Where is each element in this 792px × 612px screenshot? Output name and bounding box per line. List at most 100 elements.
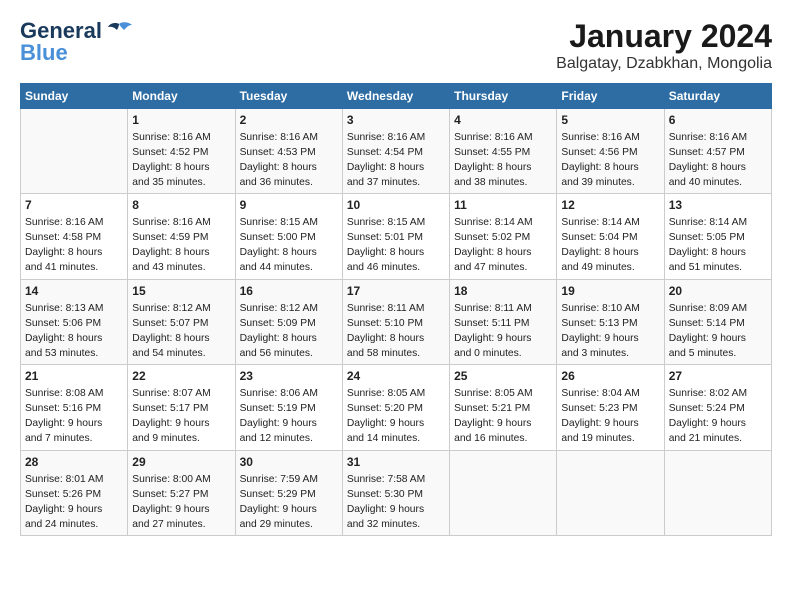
calendar-cell: 22 Sunrise: 8:07 AMSunset: 5:17 PMDayligh… bbox=[128, 365, 235, 450]
calendar-cell: 16 Sunrise: 8:12 AMSunset: 5:09 PMDayligh… bbox=[235, 279, 342, 364]
week-row-3: 14Sunrise: 8:13 AMSunset: 5:06 PMDayligh… bbox=[21, 279, 772, 364]
cell-info: Sunrise: 8:11 AMSunset: 5:11 PMDaylight:… bbox=[454, 302, 552, 362]
day-number: 30 bbox=[240, 454, 338, 471]
col-header-thursday: Thursday bbox=[450, 84, 557, 109]
cell-info: Sunrise: 8:05 AMSunset: 5:21 PMDaylight:… bbox=[454, 387, 552, 447]
calendar-cell: 30 Sunrise: 7:59 AMSunset: 5:29 PMDayligh… bbox=[235, 450, 342, 535]
week-row-1: 1 Sunrise: 8:16 AMSunset: 4:52 PMDaylight… bbox=[21, 109, 772, 194]
cell-info: Sunrise: 7:58 AMSunset: 5:30 PMDaylight:… bbox=[347, 473, 445, 533]
cell-info: Sunrise: 8:09 AMSunset: 5:14 PMDaylight:… bbox=[669, 302, 767, 362]
calendar-cell: 25 Sunrise: 8:05 AMSunset: 5:21 PMDayligh… bbox=[450, 365, 557, 450]
day-number: 29 bbox=[132, 454, 230, 471]
cell-info: Sunrise: 8:14 AMSunset: 5:04 PMDaylight:… bbox=[561, 216, 659, 276]
day-number: 18 bbox=[454, 283, 552, 300]
cell-info: Sunrise: 8:04 AMSunset: 5:23 PMDaylight:… bbox=[561, 387, 659, 447]
calendar-cell: 12Sunrise: 8:14 AMSunset: 5:04 PMDayligh… bbox=[557, 194, 664, 279]
day-number: 3 bbox=[347, 112, 445, 129]
calendar-cell: 17 Sunrise: 8:11 AMSunset: 5:10 PMDayligh… bbox=[342, 279, 449, 364]
calendar-cell: 23 Sunrise: 8:06 AMSunset: 5:19 PMDayligh… bbox=[235, 365, 342, 450]
day-number: 17 bbox=[347, 283, 445, 300]
cell-info: Sunrise: 8:10 AMSunset: 5:13 PMDaylight:… bbox=[561, 302, 659, 362]
calendar-cell: 19 Sunrise: 8:10 AMSunset: 5:13 PMDayligh… bbox=[557, 279, 664, 364]
header: General Blue January 2024 Balgatay, Dzab… bbox=[20, 18, 772, 73]
day-number: 31 bbox=[347, 454, 445, 471]
cell-info: Sunrise: 8:13 AMSunset: 5:06 PMDaylight:… bbox=[25, 302, 123, 362]
day-number: 22 bbox=[132, 368, 230, 385]
cell-info: Sunrise: 8:14 AMSunset: 5:02 PMDaylight:… bbox=[454, 216, 552, 276]
day-number: 28 bbox=[25, 454, 123, 471]
calendar-cell: 13 Sunrise: 8:14 AMSunset: 5:05 PMDayligh… bbox=[664, 194, 771, 279]
day-number: 5 bbox=[561, 112, 659, 129]
cell-info: Sunrise: 8:16 AMSunset: 4:57 PMDaylight:… bbox=[669, 131, 767, 191]
cell-info: Sunrise: 8:14 AMSunset: 5:05 PMDaylight:… bbox=[669, 216, 767, 276]
day-number: 16 bbox=[240, 283, 338, 300]
calendar-cell bbox=[557, 450, 664, 535]
calendar-cell: 28 Sunrise: 8:01 AMSunset: 5:26 PMDayligh… bbox=[21, 450, 128, 535]
cell-info: Sunrise: 8:15 AMSunset: 5:01 PMDaylight:… bbox=[347, 216, 445, 276]
day-number: 25 bbox=[454, 368, 552, 385]
col-header-tuesday: Tuesday bbox=[235, 84, 342, 109]
calendar-cell: 14Sunrise: 8:13 AMSunset: 5:06 PMDayligh… bbox=[21, 279, 128, 364]
day-number: 21 bbox=[25, 368, 123, 385]
calendar-cell: 31 Sunrise: 7:58 AMSunset: 5:30 PMDayligh… bbox=[342, 450, 449, 535]
cell-info: Sunrise: 8:01 AMSunset: 5:26 PMDaylight:… bbox=[25, 473, 123, 533]
day-number: 26 bbox=[561, 368, 659, 385]
logo-blue: Blue bbox=[20, 40, 68, 66]
cell-info: Sunrise: 8:16 AMSunset: 4:58 PMDaylight:… bbox=[25, 216, 123, 276]
cell-info: Sunrise: 8:11 AMSunset: 5:10 PMDaylight:… bbox=[347, 302, 445, 362]
cell-info: Sunrise: 8:16 AMSunset: 4:52 PMDaylight:… bbox=[132, 131, 230, 191]
cell-info: Sunrise: 8:00 AMSunset: 5:27 PMDaylight:… bbox=[132, 473, 230, 533]
day-number: 6 bbox=[669, 112, 767, 129]
calendar-cell: 18 Sunrise: 8:11 AMSunset: 5:11 PMDayligh… bbox=[450, 279, 557, 364]
cell-info: Sunrise: 7:59 AMSunset: 5:29 PMDaylight:… bbox=[240, 473, 338, 533]
day-number: 1 bbox=[132, 112, 230, 129]
day-number: 20 bbox=[669, 283, 767, 300]
calendar-cell: 11 Sunrise: 8:14 AMSunset: 5:02 PMDayligh… bbox=[450, 194, 557, 279]
day-number: 24 bbox=[347, 368, 445, 385]
calendar-cell: 26 Sunrise: 8:04 AMSunset: 5:23 PMDayligh… bbox=[557, 365, 664, 450]
col-header-sunday: Sunday bbox=[21, 84, 128, 109]
calendar-cell: 24 Sunrise: 8:05 AMSunset: 5:20 PMDayligh… bbox=[342, 365, 449, 450]
cell-info: Sunrise: 8:16 AMSunset: 4:55 PMDaylight:… bbox=[454, 131, 552, 191]
calendar-table: SundayMondayTuesdayWednesdayThursdayFrid… bbox=[20, 83, 772, 536]
title-block: January 2024 Balgatay, Dzabkhan, Mongoli… bbox=[556, 18, 772, 73]
cell-info: Sunrise: 8:12 AMSunset: 5:07 PMDaylight:… bbox=[132, 302, 230, 362]
col-header-saturday: Saturday bbox=[664, 84, 771, 109]
calendar-cell: 29 Sunrise: 8:00 AMSunset: 5:27 PMDayligh… bbox=[128, 450, 235, 535]
col-header-wednesday: Wednesday bbox=[342, 84, 449, 109]
col-header-monday: Monday bbox=[128, 84, 235, 109]
day-number: 4 bbox=[454, 112, 552, 129]
day-number: 2 bbox=[240, 112, 338, 129]
day-number: 9 bbox=[240, 197, 338, 214]
cell-info: Sunrise: 8:02 AMSunset: 5:24 PMDaylight:… bbox=[669, 387, 767, 447]
cell-info: Sunrise: 8:07 AMSunset: 5:17 PMDaylight:… bbox=[132, 387, 230, 447]
day-number: 8 bbox=[132, 197, 230, 214]
cell-info: Sunrise: 8:16 AMSunset: 4:56 PMDaylight:… bbox=[561, 131, 659, 191]
day-number: 13 bbox=[669, 197, 767, 214]
day-number: 23 bbox=[240, 368, 338, 385]
calendar-cell: 15 Sunrise: 8:12 AMSunset: 5:07 PMDayligh… bbox=[128, 279, 235, 364]
calendar-cell: 4 Sunrise: 8:16 AMSunset: 4:55 PMDaylight… bbox=[450, 109, 557, 194]
day-number: 27 bbox=[669, 368, 767, 385]
calendar-cell: 8 Sunrise: 8:16 AMSunset: 4:59 PMDaylight… bbox=[128, 194, 235, 279]
day-number: 15 bbox=[132, 283, 230, 300]
cell-info: Sunrise: 8:16 AMSunset: 4:59 PMDaylight:… bbox=[132, 216, 230, 276]
week-row-2: 7Sunrise: 8:16 AMSunset: 4:58 PMDaylight… bbox=[21, 194, 772, 279]
cell-info: Sunrise: 8:05 AMSunset: 5:20 PMDaylight:… bbox=[347, 387, 445, 447]
calendar-cell: 20 Sunrise: 8:09 AMSunset: 5:14 PMDayligh… bbox=[664, 279, 771, 364]
day-number: 19 bbox=[561, 283, 659, 300]
calendar-cell: 21Sunrise: 8:08 AMSunset: 5:16 PMDayligh… bbox=[21, 365, 128, 450]
calendar-cell: 27 Sunrise: 8:02 AMSunset: 5:24 PMDayligh… bbox=[664, 365, 771, 450]
cell-info: Sunrise: 8:12 AMSunset: 5:09 PMDaylight:… bbox=[240, 302, 338, 362]
calendar-cell: 5 Sunrise: 8:16 AMSunset: 4:56 PMDaylight… bbox=[557, 109, 664, 194]
cell-info: Sunrise: 8:16 AMSunset: 4:54 PMDaylight:… bbox=[347, 131, 445, 191]
day-number: 11 bbox=[454, 197, 552, 214]
cell-info: Sunrise: 8:16 AMSunset: 4:53 PMDaylight:… bbox=[240, 131, 338, 191]
day-number: 10 bbox=[347, 197, 445, 214]
calendar-cell: 7Sunrise: 8:16 AMSunset: 4:58 PMDaylight… bbox=[21, 194, 128, 279]
calendar-cell bbox=[450, 450, 557, 535]
calendar-cell: 3 Sunrise: 8:16 AMSunset: 4:54 PMDaylight… bbox=[342, 109, 449, 194]
calendar-cell: 10 Sunrise: 8:15 AMSunset: 5:01 PMDayligh… bbox=[342, 194, 449, 279]
calendar-cell: 6 Sunrise: 8:16 AMSunset: 4:57 PMDaylight… bbox=[664, 109, 771, 194]
cell-info: Sunrise: 8:06 AMSunset: 5:19 PMDaylight:… bbox=[240, 387, 338, 447]
